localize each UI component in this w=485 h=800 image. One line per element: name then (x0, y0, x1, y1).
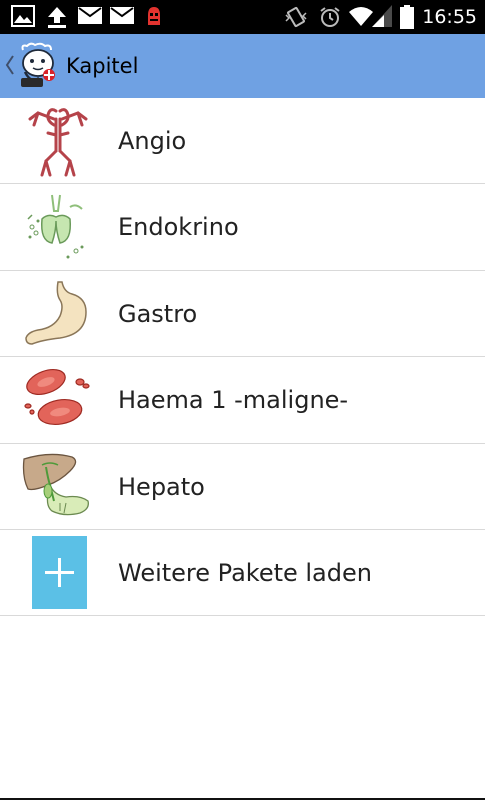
chapter-label: Hepato (118, 472, 205, 501)
list-item-angio[interactable]: Angio (0, 98, 485, 185)
home-up-button[interactable] (0, 34, 60, 98)
alarm-icon (320, 7, 340, 27)
chapter-label: Angio (118, 127, 187, 155)
list-item-more-packages[interactable]: Weitere Pakete laden (0, 530, 485, 617)
status-time: 16:55 (422, 6, 477, 28)
list-item-gastro[interactable]: Gastro (0, 271, 485, 358)
doctor-logo-icon (21, 42, 55, 87)
chapter-label: Endokrino (118, 213, 239, 242)
chevron-left-icon (5, 55, 14, 75)
vibrate-icon (285, 6, 307, 28)
upload-icon (48, 7, 66, 28)
plus-icon (45, 557, 74, 587)
stomach-icon (25, 281, 87, 345)
action-bar: Kapitel (0, 34, 485, 98)
status-bar: 16:55 (0, 0, 485, 34)
liver-icon (22, 453, 89, 515)
gmail-icon (78, 7, 102, 24)
more-packages-label: Weitere Pakete laden (118, 558, 372, 587)
chapter-label: Haema 1 -maligne- (118, 386, 349, 415)
chapter-list: Angio Endokrino Gastro Haema 1 -maligne-… (0, 98, 485, 617)
battery-icon (400, 5, 414, 29)
red-blood-cells-icon (24, 369, 90, 426)
list-item-hepato[interactable]: Hepato (0, 444, 485, 530)
add-package-tile (32, 535, 87, 609)
thyroid-glands-icon (27, 195, 84, 259)
robot-icon (148, 7, 160, 25)
blood-vessels-icon (28, 108, 88, 177)
chapter-label: Gastro (118, 299, 198, 328)
gallery-icon (11, 5, 35, 27)
screen: 16:55 Kapitel Angio Endokrino Gastro Hae… (0, 0, 485, 800)
wifi-icon (349, 7, 373, 26)
signal-icon (372, 5, 392, 27)
list-item-haema[interactable]: Haema 1 -maligne- (0, 357, 485, 444)
gmail-icon (110, 7, 134, 24)
page-title: Kapitel (66, 54, 139, 78)
list-item-endokrino[interactable]: Endokrino (0, 184, 485, 271)
